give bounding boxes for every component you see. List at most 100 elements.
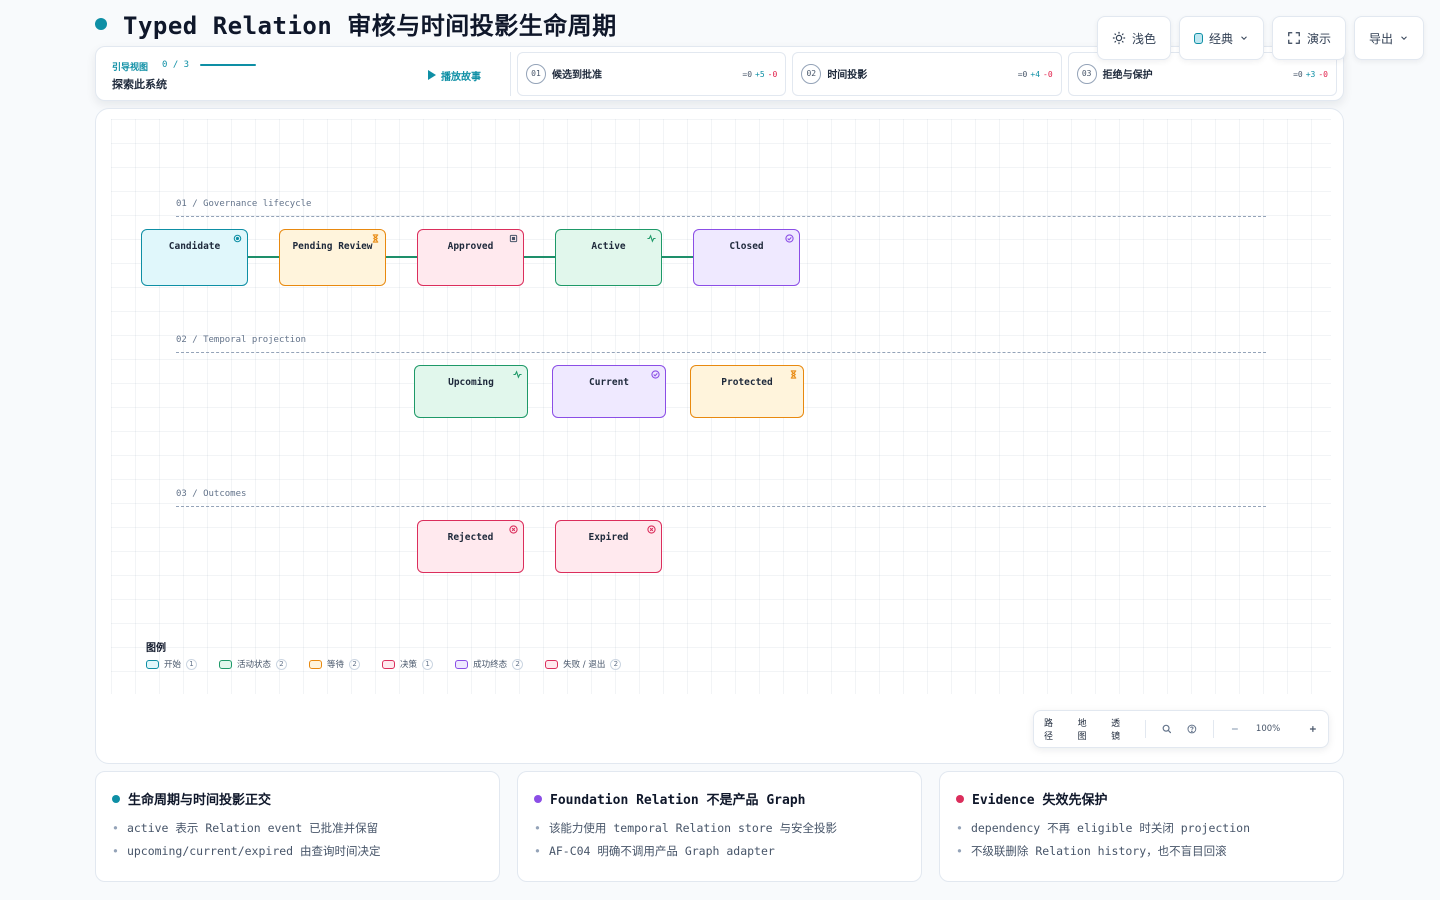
node-label: Candidate xyxy=(168,241,221,252)
node-approved[interactable]: Approved xyxy=(417,229,524,286)
card-item: AF-C04 明确不调用产品 Graph adapter xyxy=(534,843,905,859)
check-circle-icon xyxy=(651,370,660,379)
step-stat-plus: +5 xyxy=(755,69,765,79)
step-number: 03 xyxy=(1076,63,1097,84)
node-label: Approved xyxy=(447,241,494,252)
target-icon xyxy=(233,234,242,243)
legend-item-fail[interactable]: 失败 / 退出 2 xyxy=(545,658,622,670)
legend-title: 图例 xyxy=(146,643,166,654)
help-icon[interactable] xyxy=(1187,724,1197,734)
card-item: upcoming/current/expired 由查询时间决定 xyxy=(112,843,483,859)
card-dot xyxy=(112,794,120,803)
node-protected[interactable]: Protected xyxy=(690,365,804,418)
title-dot xyxy=(95,17,107,30)
node-current[interactable]: Current xyxy=(552,365,666,418)
export-button[interactable]: 导出 xyxy=(1353,16,1424,60)
path-mode-button[interactable]: 路径 xyxy=(1044,716,1062,742)
card-title-text: 生命周期与时间投影正交 xyxy=(128,793,272,808)
hourglass-icon xyxy=(372,234,379,243)
step-stat-eq: =0 xyxy=(742,69,753,79)
export-label: 导出 xyxy=(1368,31,1393,46)
info-card-lifecycle: 生命周期与时间投影正交 active 表示 Relation event 已批准… xyxy=(95,771,500,882)
legend-item-start[interactable]: 开始 1 xyxy=(146,658,198,670)
zoom-out-icon[interactable] xyxy=(1230,724,1240,734)
node-pending-review[interactable]: Pending Review xyxy=(279,229,386,286)
story-step-2[interactable]: 02 时间投影 =0 +4 -0 xyxy=(792,51,1062,96)
edge-approved-active xyxy=(524,256,556,258)
step-label: 拒绝与保护 xyxy=(1102,70,1153,81)
card-dot xyxy=(956,794,964,803)
legend-label: 决策 xyxy=(400,660,418,670)
present-button[interactable]: 演示 xyxy=(1271,16,1346,60)
node-label: Current xyxy=(588,377,630,388)
style-label: 经典 xyxy=(1208,31,1233,46)
x-circle-icon xyxy=(647,525,656,534)
zoom-in-icon[interactable] xyxy=(1308,724,1318,734)
node-closed[interactable]: Closed xyxy=(693,229,800,286)
card-title-text: Evidence 失效先保护 xyxy=(972,793,1108,808)
node-label: Protected xyxy=(721,377,773,388)
play-story-label: 播放故事 xyxy=(441,71,481,83)
legend-item-success[interactable]: 成功终态 2 xyxy=(455,658,524,670)
step-stat-minus: -0 xyxy=(767,69,778,79)
map-mode-button[interactable]: 地图 xyxy=(1078,716,1096,742)
card-title: 生命周期与时间投影正交 xyxy=(112,789,483,808)
check-circle-icon xyxy=(785,234,794,243)
card-item: 不级联删除 Relation history，也不盲目回滚 xyxy=(956,843,1327,859)
node-candidate[interactable]: Candidate xyxy=(141,229,248,286)
legend-label: 活动状态 xyxy=(237,660,272,670)
legend-label: 失败 / 退出 xyxy=(563,660,606,670)
story-progress: 0 / 3 xyxy=(162,59,190,70)
step-number: 01 xyxy=(525,63,546,84)
legend-swatch xyxy=(455,659,469,669)
step-stats: =0 +4 -0 xyxy=(1018,70,1053,79)
legend-swatch xyxy=(545,659,559,669)
step-stat-minus: -0 xyxy=(1043,69,1053,79)
page-title: Typed Relation 审核与时间投影生命周期 xyxy=(123,12,617,40)
pulse-icon xyxy=(513,370,522,379)
step-stat-eq: =0 xyxy=(1017,69,1028,79)
node-expired[interactable]: Expired xyxy=(555,520,662,573)
step-stat-plus: +3 xyxy=(1305,69,1316,79)
style-button[interactable]: 经典 xyxy=(1178,16,1264,60)
legend-item-active[interactable]: 活动状态 2 xyxy=(219,658,288,670)
card-item: dependency 不再 eligible 时关闭 projection xyxy=(956,820,1327,836)
legend-item-wait[interactable]: 等待 2 xyxy=(309,658,361,670)
step-stat-eq: =0 xyxy=(1293,69,1303,79)
node-label: Pending Review xyxy=(292,241,373,252)
checkbox-icon xyxy=(509,234,518,243)
edge-active-closed xyxy=(662,256,694,258)
sun-icon xyxy=(1112,31,1126,45)
legend-swatch xyxy=(219,659,233,669)
node-label: Rejected xyxy=(447,532,494,543)
story-step-1[interactable]: 01 候选到批准 =0 +5 -0 xyxy=(516,51,787,96)
legend-label: 开始 xyxy=(164,660,182,670)
node-rejected[interactable]: Rejected xyxy=(417,520,524,573)
step-stats: =0 +3 -0 xyxy=(1293,70,1328,79)
step-label: 时间投影 xyxy=(827,70,868,81)
legend-count: 2 xyxy=(512,658,524,670)
lane-label-temporal: 02 / Temporal projection xyxy=(176,335,307,345)
play-icon xyxy=(428,70,436,80)
step-stat-minus: -0 xyxy=(1318,69,1328,79)
legend: 开始 1 活动状态 2 等待 2 决策 1 成功终态 2 失败 / 退出 2 xyxy=(146,658,622,670)
legend-count: 2 xyxy=(349,658,361,670)
card-title: Foundation Relation 不是产品 Graph xyxy=(534,789,905,808)
legend-swatch xyxy=(309,659,323,669)
theme-button[interactable]: 浅色 xyxy=(1096,16,1171,60)
node-upcoming[interactable]: Upcoming xyxy=(414,365,528,418)
lens-mode-button[interactable]: 透镜 xyxy=(1111,716,1129,742)
info-card-evidence: Evidence 失效先保护 dependency 不再 eligible 时关… xyxy=(939,771,1344,882)
card-title-text: Foundation Relation 不是产品 Graph xyxy=(550,793,806,808)
diagram-canvas[interactable]: 01 / Governance lifecycle 02 / Temporal … xyxy=(95,108,1344,764)
node-label: Expired xyxy=(588,532,629,543)
legend-item-decision[interactable]: 决策 1 xyxy=(382,658,434,670)
legend-swatch xyxy=(382,659,396,669)
zoom-level: 100% xyxy=(1255,724,1281,734)
step-stat-plus: +4 xyxy=(1030,69,1041,79)
play-story-button[interactable]: 播放故事 xyxy=(428,68,481,83)
lane-divider xyxy=(176,506,1266,507)
legend-label: 等待 xyxy=(327,660,345,670)
search-icon[interactable] xyxy=(1162,724,1172,734)
node-active[interactable]: Active xyxy=(555,229,662,286)
